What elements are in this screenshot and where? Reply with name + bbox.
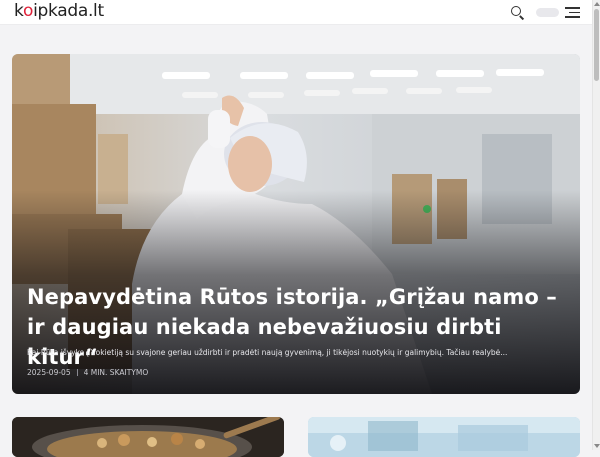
article-card-food[interactable] — [12, 417, 284, 457]
article-title[interactable]: Nepavydėtina Rūtos istorija. „Grįžau nam… — [27, 282, 557, 372]
card-image-food — [12, 417, 284, 457]
search-icon[interactable] — [510, 5, 526, 21]
featured-article[interactable]: Nepavydėtina Rūtos istorija. „Grįžau nam… — [12, 54, 580, 394]
menu-icon[interactable] — [564, 6, 580, 19]
logo-rest: ipkada.lt — [33, 1, 104, 21]
scrollbar-thumb[interactable] — [594, 9, 599, 81]
article-meta: 2025-09-05 4 MIN. SKAITYMO — [27, 368, 148, 378]
article-date: 2025-09-05 — [27, 368, 71, 377]
theme-toggle[interactable] — [536, 8, 559, 17]
read-time: 4 MIN. SKAITYMO — [83, 368, 149, 377]
logo-k: k — [14, 1, 23, 21]
logo-o: o — [22, 1, 34, 21]
article-excerpt: Kai Rūta išvyko į Vokietiją su svajone g… — [27, 348, 508, 357]
article-card-lab[interactable] — [308, 417, 580, 457]
site-logo[interactable]: koipkada.lt — [14, 1, 104, 21]
meta-separator — [76, 369, 78, 376]
card-image-lab — [308, 417, 580, 457]
scrollbar[interactable] — [592, 0, 600, 450]
scroll-up-arrow[interactable] — [594, 2, 600, 6]
site-header: koipkada.lt — [0, 0, 592, 25]
scroll-down-arrow[interactable] — [594, 444, 600, 448]
